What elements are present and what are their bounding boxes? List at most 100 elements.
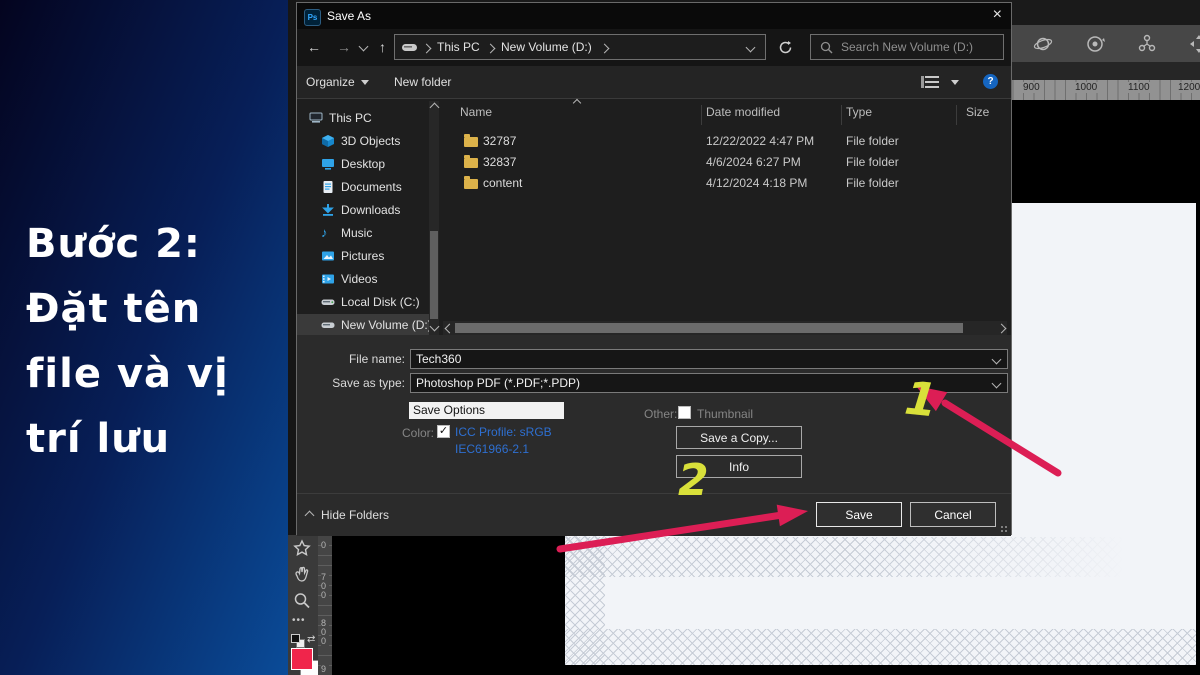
- new-folder-button[interactable]: New folder: [394, 75, 451, 89]
- column-header-date[interactable]: Date modified: [706, 105, 780, 119]
- ruler-tick-label: 1100: [1126, 82, 1152, 93]
- browser-body: This PC 3D Objects Desktop Documents Dow…: [297, 99, 1011, 335]
- sidebar-label: 3D Objects: [341, 134, 400, 148]
- scroll-right-icon[interactable]: [997, 324, 1007, 334]
- dialog-titlebar[interactable]: Ps Save As ×: [297, 3, 1011, 29]
- save-type-label: Save as type:: [305, 376, 405, 390]
- breadcrumb-this-pc[interactable]: This PC: [437, 40, 480, 54]
- combo-chevron-icon[interactable]: [992, 355, 1002, 365]
- save-button[interactable]: Save: [816, 502, 902, 527]
- search-box[interactable]: Search New Volume (D:): [810, 34, 1004, 60]
- ruler-tick-label: 0: [321, 541, 329, 550]
- swap-colors-icon[interactable]: ⇄: [307, 634, 315, 645]
- sidebar-item-local-disk-c[interactable]: Local Disk (C:): [297, 291, 429, 314]
- organize-button[interactable]: Organize: [306, 75, 355, 89]
- resize-grip[interactable]: [1000, 525, 1008, 533]
- breadcrumb-new-volume[interactable]: New Volume (D:): [501, 40, 592, 54]
- sidebar-label: Desktop: [341, 157, 385, 171]
- dolly-3d-icon[interactable]: [1188, 33, 1200, 55]
- file-row[interactable]: 32787 12/22/2022 4:47 PM File folder: [441, 131, 1013, 152]
- pan-3d-icon[interactable]: [1136, 33, 1158, 55]
- custom-shape-tool-icon[interactable]: [292, 539, 312, 559]
- save-a-copy-button[interactable]: Save a Copy...: [676, 426, 802, 449]
- sidebar-item-documents[interactable]: Documents: [297, 176, 429, 199]
- search-placeholder: Search New Volume (D:): [841, 40, 973, 54]
- up-button[interactable]: ↑: [379, 39, 386, 55]
- transparency-hatch-bottom: [565, 629, 1196, 665]
- sidebar-item-videos[interactable]: Videos: [297, 268, 429, 291]
- combo-chevron-icon[interactable]: [992, 379, 1002, 389]
- back-button[interactable]: ←: [307, 39, 321, 55]
- dialog-title: Save As: [327, 9, 371, 23]
- foreground-color-swatch[interactable]: [291, 648, 313, 670]
- save-as-dialog: Ps Save As × ← → ↑ This PC New Volume (D…: [296, 2, 1012, 535]
- forward-button[interactable]: →: [337, 39, 351, 55]
- videos-icon: [321, 272, 335, 286]
- command-bar: Organize New folder ?: [297, 66, 1011, 99]
- zoom-tool-icon[interactable]: [292, 591, 312, 611]
- other-label: Other:: [644, 407, 677, 421]
- scroll-up-icon[interactable]: [430, 103, 440, 113]
- refresh-icon[interactable]: [778, 40, 793, 55]
- cancel-button[interactable]: Cancel: [910, 502, 996, 527]
- scrollbar-thumb[interactable]: [430, 231, 438, 319]
- sidebar-item-pictures[interactable]: Pictures: [297, 245, 429, 268]
- icc-profile-text2: IEC61966-2.1: [455, 442, 529, 456]
- file-row[interactable]: 32837 4/6/2024 6:27 PM File folder: [441, 152, 1013, 173]
- column-header-type[interactable]: Type: [846, 105, 872, 119]
- view-list-icon[interactable]: [925, 76, 939, 88]
- column-divider[interactable]: [701, 105, 702, 125]
- file-name-value: Tech360: [416, 352, 461, 366]
- file-name-label: File name:: [305, 352, 405, 366]
- save-type-value: Photoshop PDF (*.PDF;*.PDP): [416, 376, 580, 390]
- transparency-hatch-top: [565, 537, 1125, 577]
- sidebar-item-new-volume-d[interactable]: New Volume (D:): [297, 314, 429, 337]
- address-bar[interactable]: This PC New Volume (D:): [394, 34, 766, 60]
- column-header-name[interactable]: Name: [460, 105, 492, 119]
- file-type: File folder: [846, 155, 899, 169]
- help-icon[interactable]: ?: [983, 74, 998, 89]
- hand-tool-icon[interactable]: [292, 565, 312, 585]
- close-icon[interactable]: ×: [993, 6, 1002, 24]
- scrollbar-thumb[interactable]: [455, 323, 963, 333]
- file-row[interactable]: content 4/12/2024 4:18 PM File folder: [441, 173, 1013, 194]
- hide-folders-button[interactable]: Hide Folders: [321, 508, 389, 522]
- address-dropdown-chevron-icon[interactable]: [746, 43, 756, 53]
- more-tools-icon[interactable]: •••: [292, 615, 312, 635]
- sidebar-label: Local Disk (C:): [341, 295, 420, 309]
- dialog-footer: Hide Folders Save Cancel: [297, 493, 1011, 536]
- sidebar-item-downloads[interactable]: Downloads: [297, 199, 429, 222]
- horizontal-scrollbar[interactable]: [443, 321, 1007, 335]
- views-dropdown-icon[interactable]: [951, 80, 959, 85]
- documents-icon: [321, 180, 335, 194]
- file-date: 4/12/2024 4:18 PM: [706, 176, 807, 190]
- recent-locations-chevron-icon[interactable]: [359, 42, 369, 52]
- file-type: File folder: [846, 134, 899, 148]
- icc-profile-checkbox[interactable]: ✓: [437, 425, 450, 438]
- default-colors-icon[interactable]: [291, 634, 303, 646]
- drive-icon: [402, 43, 418, 52]
- step-line: Bước 2:: [26, 212, 229, 277]
- sidebar-item-music[interactable]: ♪ Music: [297, 222, 429, 245]
- sidebar-scrollbar[interactable]: [429, 101, 439, 335]
- column-divider[interactable]: [841, 105, 842, 125]
- 3d-objects-icon: [321, 134, 335, 148]
- search-icon: [820, 41, 833, 54]
- pictures-icon: [321, 249, 335, 263]
- local-disk-icon: [321, 295, 335, 309]
- scroll-left-icon[interactable]: [445, 324, 455, 334]
- sidebar-item-desktop[interactable]: Desktop: [297, 153, 429, 176]
- roll-3d-icon[interactable]: [1084, 33, 1106, 55]
- breadcrumb-chevron-icon: [486, 44, 496, 54]
- column-headers: Name Date modified Type Size: [441, 103, 1013, 125]
- column-divider[interactable]: [956, 105, 957, 125]
- sidebar-item-this-pc[interactable]: This PC: [297, 107, 429, 130]
- ruler-tick-label: 9: [321, 665, 329, 674]
- thumbnail-checkbox[interactable]: [678, 406, 691, 419]
- scroll-down-icon[interactable]: [430, 322, 440, 332]
- orbit-3d-icon[interactable]: [1032, 33, 1054, 55]
- column-header-size[interactable]: Size: [966, 105, 989, 119]
- file-date: 4/6/2024 6:27 PM: [706, 155, 801, 169]
- file-name-input[interactable]: Tech360: [410, 349, 1008, 369]
- sidebar-item-3d-objects[interactable]: 3D Objects: [297, 130, 429, 153]
